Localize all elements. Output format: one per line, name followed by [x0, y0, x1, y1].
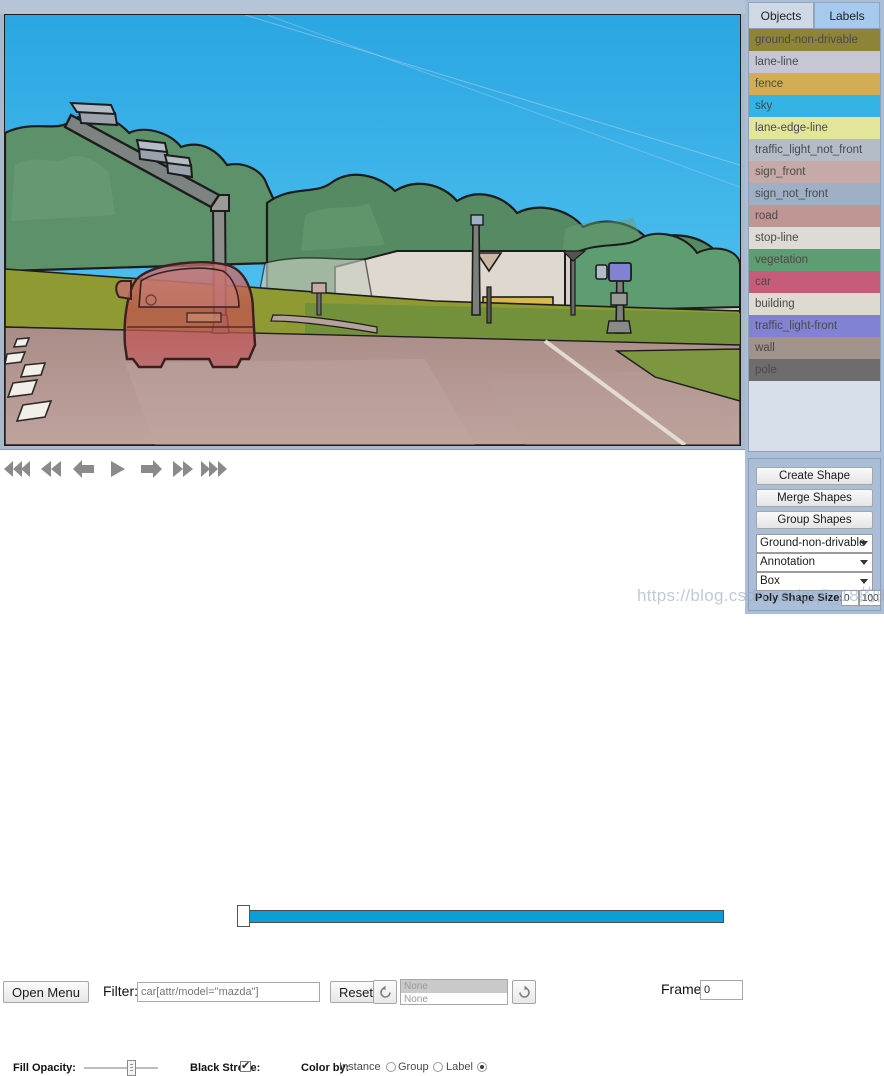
- fill-opacity-slider[interactable]: [84, 1060, 158, 1076]
- color-by-group-radio[interactable]: [433, 1062, 443, 1072]
- display-options-bar: Fill Opacity: Black Stroke: Color by: In…: [0, 520, 745, 614]
- label-list-item-text: road: [755, 210, 778, 222]
- label-list-item[interactable]: sign_front: [749, 161, 880, 183]
- label-list-item[interactable]: building: [749, 293, 880, 315]
- label-list-item-text: car: [755, 276, 771, 288]
- seek-track[interactable]: [237, 910, 724, 923]
- label-select-value: Ground-non-drivable: [760, 537, 865, 549]
- left-column: Open Menu Filter: Reset None None Fra: [0, 0, 745, 614]
- label-list-item-text: lane-edge-line: [755, 122, 828, 134]
- frame-label: Frame: [661, 981, 701, 997]
- label-list-item[interactable]: road: [749, 205, 880, 227]
- label-list-item-text: vegetation: [755, 254, 808, 266]
- next-frame-button[interactable]: [136, 455, 166, 483]
- label-list-item[interactable]: ground-non-drivable: [749, 29, 880, 51]
- shape-type-select[interactable]: Box: [756, 572, 873, 591]
- frame-input[interactable]: [700, 980, 743, 1000]
- color-by-instance-label: Instance: [339, 1061, 381, 1073]
- annotation-type-value: Annotation: [760, 556, 815, 568]
- viewer-topbar: [0, 0, 745, 14]
- color-by-instance-radio[interactable]: [386, 1062, 396, 1072]
- skip-to-end-button[interactable]: [199, 455, 229, 483]
- color-by-label-radio[interactable]: [477, 1062, 487, 1072]
- label-list-item-text: stop-line: [755, 232, 798, 244]
- label-list-item[interactable]: sky: [749, 95, 880, 117]
- label-list-item-text: sign_front: [755, 166, 806, 178]
- color-by-group-label: Group: [398, 1061, 429, 1073]
- label-list-item-text: fence: [755, 78, 783, 90]
- label-list-item-text: pole: [755, 364, 777, 376]
- rewind-button[interactable]: [36, 455, 66, 483]
- label-list-item[interactable]: pole: [749, 359, 880, 381]
- label-list-item[interactable]: stop-line: [749, 227, 880, 249]
- filter-input[interactable]: [137, 982, 320, 1002]
- sidebar-tabs: Objects Labels: [748, 2, 881, 28]
- label-select[interactable]: Ground-non-drivable: [756, 534, 873, 553]
- attribute-list[interactable]: None None: [400, 979, 508, 1005]
- black-stroke-checkbox[interactable]: [240, 1061, 251, 1072]
- label-list-item-text: sign_not_front: [755, 188, 828, 200]
- filter-label: Filter:: [103, 983, 138, 999]
- label-list-item[interactable]: sign_not_front: [749, 183, 880, 205]
- color-by-label-label: Label: [446, 1061, 473, 1073]
- label-list-item-text: traffic_light_not_front: [755, 144, 862, 156]
- label-list-item[interactable]: lane-edge-line: [749, 117, 880, 139]
- label-list-item[interactable]: car: [749, 271, 880, 293]
- slider-track[interactable]: [84, 1067, 158, 1069]
- annotation-type-select[interactable]: Annotation: [756, 553, 873, 572]
- poly-shape-max-input[interactable]: [859, 590, 881, 606]
- slider-thumb[interactable]: [127, 1060, 136, 1076]
- skip-to-start-button[interactable]: [2, 455, 32, 483]
- label-list-item-text: sky: [755, 100, 772, 112]
- label-list-item-text: ground-non-drivable: [755, 34, 858, 46]
- previous-frame-button[interactable]: [69, 455, 99, 483]
- list-item[interactable]: None: [401, 993, 507, 1005]
- chevron-down-icon: [860, 541, 868, 546]
- seek-thumb[interactable]: [237, 905, 250, 927]
- filter-toolbar: Open Menu Filter: Reset None None Fra: [0, 488, 745, 521]
- image-viewer[interactable]: [0, 0, 745, 450]
- shape-type-value: Box: [760, 575, 780, 587]
- open-menu-button[interactable]: Open Menu: [3, 981, 89, 1003]
- label-list-item-text: traffic_light-front: [755, 320, 837, 332]
- label-list-item[interactable]: wall: [749, 337, 880, 359]
- label-list[interactable]: ground-non-drivable lane-line fence sky lane…: [748, 28, 881, 452]
- group-shapes-button[interactable]: Group Shapes: [756, 511, 873, 529]
- fill-opacity-label: Fill Opacity:: [13, 1062, 76, 1074]
- play-button[interactable]: [103, 455, 133, 483]
- list-item[interactable]: None: [401, 980, 507, 993]
- car-annotation-shape: [116, 262, 255, 367]
- chevron-down-icon: [860, 579, 868, 584]
- tab-objects[interactable]: Objects: [748, 2, 814, 28]
- playback-controls: [0, 450, 745, 488]
- sidebar-panel: Objects Labels ground-non-drivable lane-l…: [745, 0, 884, 614]
- tab-labels[interactable]: Labels: [814, 2, 880, 28]
- label-list-item-text: building: [755, 298, 795, 310]
- label-list-item[interactable]: traffic_light_not_front: [749, 139, 880, 161]
- label-list-item[interactable]: lane-line: [749, 51, 880, 73]
- label-list-item[interactable]: traffic_light-front: [749, 315, 880, 337]
- fast-forward-button[interactable]: [168, 455, 198, 483]
- label-list-item-text: lane-line: [755, 56, 798, 68]
- frame-seek-slider[interactable]: [237, 905, 724, 927]
- label-list-item[interactable]: vegetation: [749, 249, 880, 271]
- refresh-cw-icon[interactable]: [512, 980, 536, 1004]
- annotation-tool-window: Open Menu Filter: Reset None None Fra: [0, 0, 884, 614]
- label-list-item-text: wall: [755, 342, 775, 354]
- shape-tools-panel: Create Shape Merge Shapes Group Shapes G…: [748, 458, 881, 611]
- annotation-canvas[interactable]: [4, 14, 741, 446]
- scene-illustration: [5, 15, 740, 445]
- merge-shapes-button[interactable]: Merge Shapes: [756, 489, 873, 507]
- refresh-ccw-icon[interactable]: [373, 980, 397, 1004]
- poly-shape-min-input[interactable]: [841, 590, 859, 606]
- create-shape-button[interactable]: Create Shape: [756, 467, 873, 485]
- label-list-item[interactable]: fence: [749, 73, 880, 95]
- chevron-down-icon: [860, 560, 868, 565]
- poly-shape-size-label: Poly Shape Size:: [755, 592, 843, 604]
